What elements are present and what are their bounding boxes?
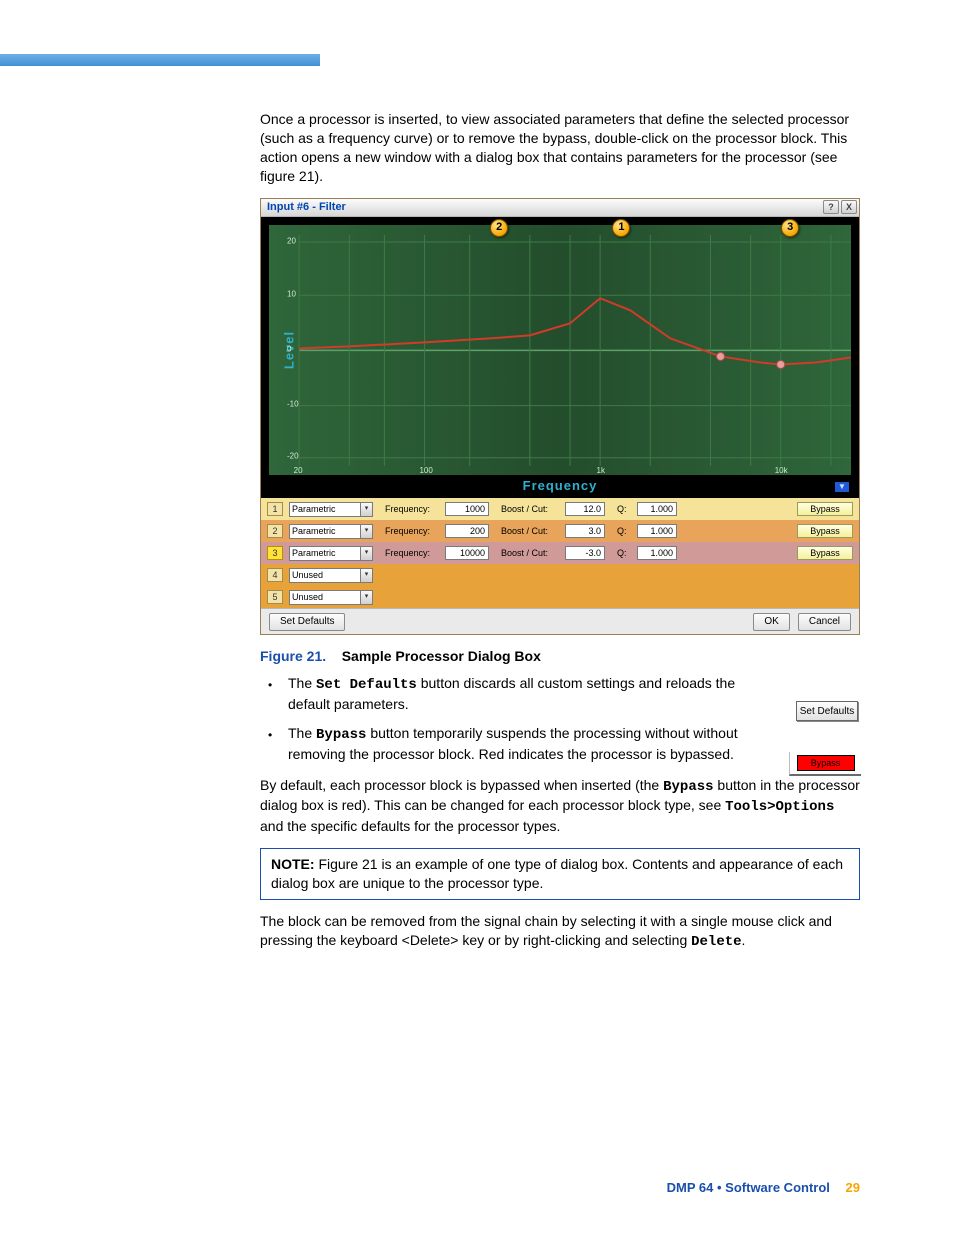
paragraph-intro: Once a processor is inserted, to view as… <box>260 110 860 186</box>
boost-cut-field-label: Boost / Cut: <box>501 547 559 559</box>
page-content: Once a processor is inserted, to view as… <box>260 110 860 964</box>
chevron-down-icon: ▾ <box>360 569 372 582</box>
bypass-button[interactable]: Bypass <box>797 546 853 560</box>
page-accent-bar <box>0 54 320 66</box>
note-box: NOTE: Figure 21 is an example of one typ… <box>260 848 860 900</box>
bullet-mono: Bypass <box>316 727 366 743</box>
frequency-field-label: Frequency: <box>385 503 439 515</box>
processor-dialog: Input #6 - Filter ? X Level 20 10 0 -10 … <box>260 198 860 636</box>
eq-plot-svg <box>269 225 851 476</box>
boost-cut-field-label: Boost / Cut: <box>501 503 559 515</box>
filter-row-number[interactable]: 4 <box>267 568 283 582</box>
filter-row-number[interactable]: 2 <box>267 524 283 538</box>
text-mono: Bypass <box>663 779 713 795</box>
filter-row: 1 Parametric▾ Frequency: 1000 Boost / Cut: 12… <box>261 498 859 520</box>
filter-row: 3 Parametric▾ Frequency: 10000 Boost / Cut:-… <box>261 542 859 564</box>
filter-type-select[interactable]: Unused▾ <box>289 590 373 605</box>
text: By default, each processor block is bypa… <box>260 777 663 793</box>
filter-row-number[interactable]: 5 <box>267 590 283 604</box>
page-footer: DMP 64 • Software Control 29 <box>667 1180 860 1195</box>
chevron-down-icon: ▾ <box>360 525 372 538</box>
x-axis-label: Frequency <box>269 475 851 495</box>
text: . <box>742 932 746 948</box>
paragraph-remove-block: The block can be removed from the signal… <box>260 912 860 952</box>
frequency-field-label: Frequency: <box>385 525 439 537</box>
filter-type-select[interactable]: Parametric▾ <box>289 524 373 539</box>
bullet-text: The <box>288 675 316 691</box>
q-field[interactable]: 1.000 <box>637 546 677 560</box>
frequency-field[interactable]: 10000 <box>445 546 489 560</box>
filter-type-select[interactable]: Parametric▾ <box>289 502 373 517</box>
text-mono: Delete <box>691 934 741 950</box>
chevron-down-icon: ▾ <box>360 547 372 560</box>
frequency-field[interactable]: 200 <box>445 524 489 538</box>
close-icon[interactable]: X <box>841 200 857 214</box>
boost-cut-field[interactable]: 12.0 <box>565 502 605 516</box>
eq-plot[interactable]: Level 20 10 0 -10 -20 20 100 1k 10k <box>269 225 851 475</box>
q-field-label: Q: <box>617 525 631 537</box>
page-number: 29 <box>846 1180 860 1195</box>
boost-cut-field[interactable]: 3.0 <box>565 524 605 538</box>
scroll-down-icon[interactable]: ▼ <box>835 482 849 492</box>
filter-row: 2 Parametric▾ Frequency: 200 Boost / Cut: 3.0… <box>261 520 859 542</box>
side-set-defaults-button[interactable]: Set Defaults <box>796 701 858 721</box>
filter-type-select[interactable]: Unused▾ <box>289 568 373 583</box>
side-bypass-wrap: Bypass <box>789 752 861 776</box>
filter-row-number[interactable]: 3 <box>267 546 283 560</box>
boost-cut-field-label: Boost / Cut: <box>501 525 559 537</box>
filter-type-select[interactable]: Parametric▾ <box>289 546 373 561</box>
frequency-field[interactable]: 1000 <box>445 502 489 516</box>
filter-callout-3[interactable]: 3 <box>781 219 799 237</box>
bullet-text: The <box>288 725 316 741</box>
bullet-mono: Set Defaults <box>316 677 417 693</box>
figure-caption: Figure 21. Sample Processor Dialog Box <box>260 647 860 666</box>
cancel-button[interactable]: Cancel <box>798 613 851 631</box>
figure-title: Sample Processor Dialog Box <box>342 648 541 664</box>
note-body: Figure 21 is an example of one type of d… <box>271 856 843 891</box>
help-icon[interactable]: ? <box>823 200 839 214</box>
q-field[interactable]: 1.000 <box>637 502 677 516</box>
dialog-titlebar: Input #6 - Filter ? X <box>261 199 859 217</box>
filter-row: 4 Unused▾ <box>261 564 859 586</box>
paragraph-default-bypass: By default, each processor block is bypa… <box>260 776 860 837</box>
filter-parameter-rows: ▲ 1Parametric▾Frequency:1000Boost / Cut:… <box>261 498 859 608</box>
bullet-bypass: • The Bypass button temporarily suspends… <box>260 724 860 764</box>
chevron-down-icon: ▾ <box>360 591 372 604</box>
text: The block can be removed from the signal… <box>260 913 832 948</box>
bullet-set-defaults: • The Set Defaults button discards all c… <box>260 674 860 714</box>
bypass-button[interactable]: Bypass <box>797 502 853 516</box>
boost-cut-field[interactable]: -3.0 <box>565 546 605 560</box>
chevron-down-icon: ▾ <box>360 503 372 516</box>
filter-row: 5 Unused▾ <box>261 586 859 608</box>
text: and the specific defaults for the proces… <box>260 818 560 834</box>
q-field-label: Q: <box>617 547 631 559</box>
q-field[interactable]: 1.000 <box>637 524 677 538</box>
dialog-title-text: Input #6 - Filter <box>267 200 346 215</box>
text-mono: Tools>Options <box>725 799 834 815</box>
dialog-button-row: Set Defaults OK Cancel <box>261 608 859 634</box>
set-defaults-button[interactable]: Set Defaults <box>269 613 345 631</box>
filter-callout-2[interactable]: 2 <box>490 219 508 237</box>
footer-text: DMP 64 • Software Control <box>667 1180 830 1195</box>
q-field-label: Q: <box>617 503 631 515</box>
side-bypass-button[interactable]: Bypass <box>797 755 855 771</box>
frequency-field-label: Frequency: <box>385 547 439 559</box>
plot-area: Level 20 10 0 -10 -20 20 100 1k 10k <box>261 217 859 499</box>
bypass-button[interactable]: Bypass <box>797 524 853 538</box>
figure-number: Figure 21. <box>260 648 326 664</box>
ok-button[interactable]: OK <box>753 613 789 631</box>
note-lead: NOTE: <box>271 856 315 872</box>
filter-callout-1[interactable]: 1 <box>612 219 630 237</box>
bullet-list: • The Set Defaults button discards all c… <box>260 674 860 764</box>
filter-row-number[interactable]: 1 <box>267 502 283 516</box>
